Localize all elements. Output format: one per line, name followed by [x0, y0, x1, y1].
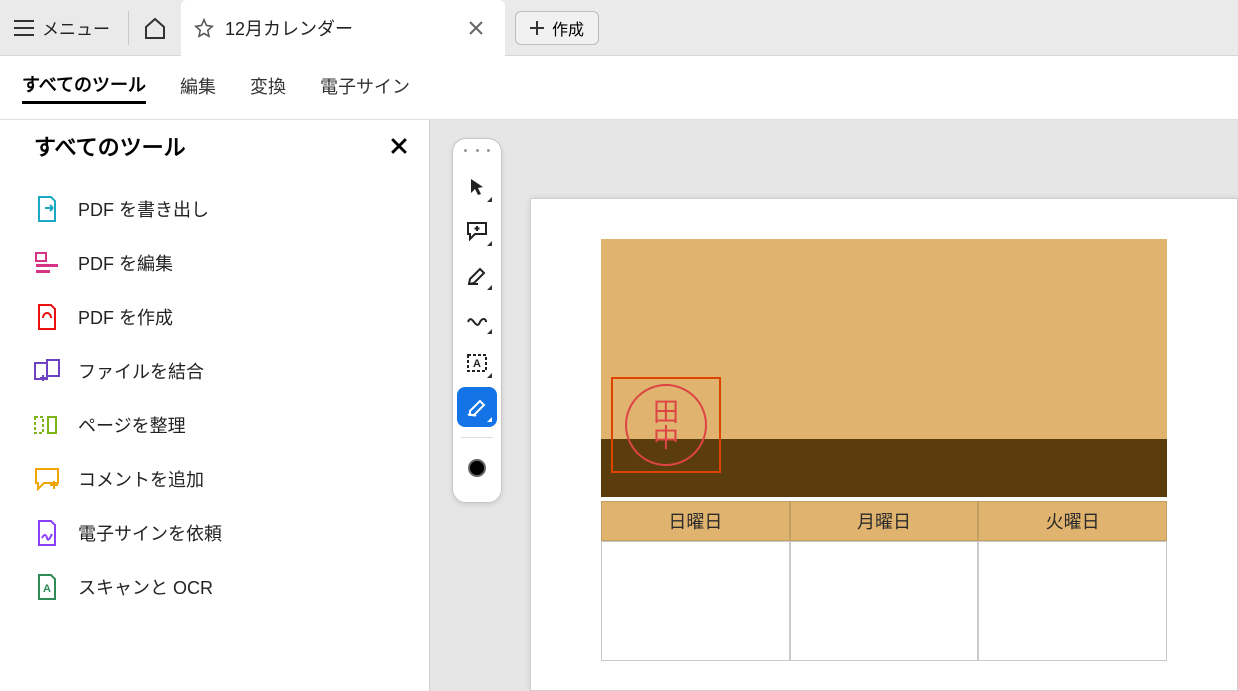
svg-text:A: A — [43, 583, 51, 595]
calendar-cell[interactable] — [601, 541, 790, 661]
draw-icon — [466, 310, 488, 328]
stamp-text-1: 田 — [653, 399, 679, 425]
close-panel-button[interactable] — [391, 138, 407, 154]
highlight-tool-button[interactable] — [457, 255, 497, 295]
day-header-sun: 日曜日 — [601, 501, 790, 541]
home-button[interactable] — [133, 0, 177, 56]
quick-toolbar[interactable]: A — [452, 138, 502, 503]
tools-panel: すべてのツール PDF を書き出し PDF を編集 PDF を作成 — [0, 120, 430, 691]
tool-create-pdf[interactable]: PDF を作成 — [34, 290, 407, 344]
day-header-mon: 月曜日 — [790, 501, 979, 541]
tool-scan-ocr[interactable]: A スキャンと OCR — [34, 560, 407, 614]
tool-label: PDF を編集 — [78, 250, 173, 276]
edit-pdf-icon — [34, 250, 60, 276]
calendar-header: 田 中 — [601, 239, 1167, 439]
speech-bubble-icon — [466, 221, 488, 241]
menu-esign[interactable]: 電子サイン — [320, 73, 410, 103]
create-button[interactable]: 作成 — [515, 11, 599, 45]
pdf-page[interactable]: 田 中 日曜日 月曜日 火曜日 — [530, 198, 1238, 691]
hamburger-icon — [14, 20, 34, 36]
separator — [128, 11, 129, 45]
textbox-tool-button[interactable]: A — [457, 343, 497, 383]
menu-convert[interactable]: 変換 — [250, 73, 286, 103]
organize-pages-icon — [34, 412, 60, 438]
tool-label: 電子サインを依頼 — [78, 520, 222, 546]
request-esign-icon — [34, 520, 60, 546]
tool-add-comment[interactable]: コメントを追加 — [34, 452, 407, 506]
tab-close-button[interactable] — [463, 15, 489, 41]
create-label: 作成 — [552, 16, 584, 40]
comment-tool-button[interactable] — [457, 211, 497, 251]
color-picker-button[interactable] — [457, 448, 497, 488]
stamp-annotation[interactable]: 田 中 — [611, 377, 721, 473]
scan-ocr-icon: A — [34, 574, 60, 600]
stamp-text-2: 中 — [653, 425, 679, 451]
calendar-cell[interactable] — [790, 541, 979, 661]
calendar-grid: 日曜日 月曜日 火曜日 — [601, 501, 1167, 661]
home-icon — [143, 17, 167, 39]
add-comment-icon — [34, 466, 60, 492]
svg-text:A: A — [473, 358, 481, 370]
menu-button[interactable]: メニュー — [0, 0, 124, 56]
tool-export-pdf[interactable]: PDF を書き出し — [34, 182, 407, 236]
document-tab[interactable]: 12月カレンダー — [181, 0, 505, 56]
tool-label: ページを整理 — [78, 412, 186, 438]
tool-label: ファイルを結合 — [78, 358, 204, 384]
toolbar-divider — [461, 437, 493, 438]
app-bar: メニュー 12月カレンダー 作成 — [0, 0, 1238, 56]
tools-panel-title: すべてのツール — [34, 130, 186, 162]
sign-icon — [466, 397, 488, 417]
textbox-icon: A — [466, 353, 488, 373]
main-menu: すべてのツール 編集 変換 電子サイン — [0, 56, 1238, 120]
day-header-tue: 火曜日 — [978, 501, 1167, 541]
select-tool-button[interactable] — [457, 167, 497, 207]
stamp-circle: 田 中 — [625, 384, 707, 466]
export-pdf-icon — [34, 196, 60, 222]
menu-edit[interactable]: 編集 — [180, 73, 216, 103]
draw-tool-button[interactable] — [457, 299, 497, 339]
menu-label: メニュー — [42, 15, 110, 40]
highlighter-icon — [466, 265, 488, 285]
toolbar-grip[interactable] — [464, 149, 490, 155]
create-pdf-icon — [34, 304, 60, 330]
color-dot-icon — [468, 459, 486, 477]
menu-all-tools[interactable]: すべてのツール — [22, 71, 146, 104]
star-icon[interactable] — [193, 17, 215, 39]
tool-label: コメントを追加 — [78, 466, 204, 492]
plus-icon — [530, 21, 544, 35]
combine-files-icon — [34, 358, 60, 384]
document-area: A 田 中 — [430, 120, 1238, 691]
sign-tool-button[interactable] — [457, 387, 497, 427]
tool-label: PDF を作成 — [78, 304, 173, 330]
tool-edit-pdf[interactable]: PDF を編集 — [34, 236, 407, 290]
tool-combine-files[interactable]: ファイルを結合 — [34, 344, 407, 398]
calendar-cell[interactable] — [978, 541, 1167, 661]
tab-title: 12月カレンダー — [225, 15, 353, 41]
tool-request-esign[interactable]: 電子サインを依頼 — [34, 506, 407, 560]
tool-label: スキャンと OCR — [78, 574, 213, 600]
tool-organize-pages[interactable]: ページを整理 — [34, 398, 407, 452]
cursor-icon — [468, 177, 486, 197]
tool-label: PDF を書き出し — [78, 196, 209, 222]
